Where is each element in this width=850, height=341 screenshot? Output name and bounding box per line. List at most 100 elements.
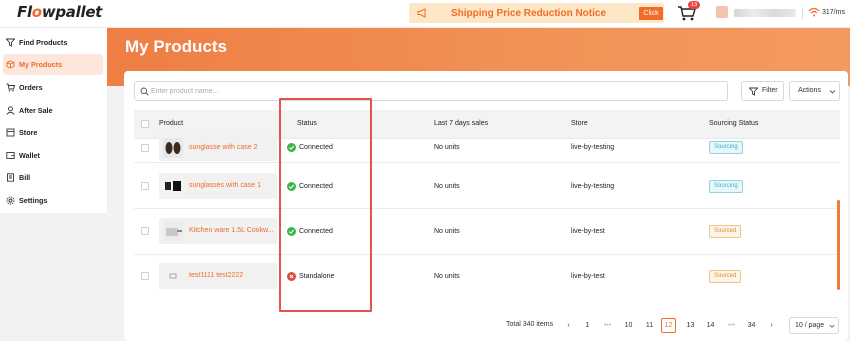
page-ellipsis[interactable]: •••: [724, 318, 739, 333]
bill-icon: [7, 173, 14, 182]
divider: [802, 7, 803, 19]
product-cell: Kitchen ware 1.5L Cookw...: [159, 218, 277, 244]
filter-button[interactable]: Filter: [741, 81, 784, 101]
product-name-link[interactable]: Kitchen ware 1.5L Cookw...: [189, 227, 274, 234]
sidebar-empty-area: [0, 213, 107, 341]
sidebar-item-my-products[interactable]: My Products: [3, 54, 103, 75]
person-icon: [6, 106, 15, 115]
wifi-icon: [808, 7, 820, 17]
prev-page-button[interactable]: ‹: [561, 318, 576, 333]
chevron-down-icon: [829, 324, 835, 328]
store-value: live-by-testing: [571, 183, 615, 190]
sidebar-item-label: After Sale: [19, 106, 53, 115]
sidebar-item-after-sale[interactable]: After Sale: [0, 100, 107, 121]
page-size-select[interactable]: 10 / page: [789, 317, 839, 334]
chevron-down-icon: [829, 90, 836, 94]
product-search-input[interactable]: [151, 85, 721, 98]
table-row[interactable]: test1111 test2222 Standalone No units li…: [134, 255, 840, 300]
filter-icon: [749, 87, 758, 96]
store-value: live-by-test: [571, 228, 605, 235]
notice-text: Shipping Price Reduction Notice: [451, 8, 607, 19]
table-row[interactable]: sunglasses with case 1 Connected No unit…: [134, 164, 840, 209]
column-header-sales: Last 7 days sales: [434, 120, 489, 127]
product-cell: sunglasses with case 1: [159, 173, 277, 199]
page-button-current[interactable]: 12: [661, 318, 676, 333]
store-icon: [6, 128, 15, 137]
sales-value: No units: [434, 273, 460, 280]
table-row[interactable]: Kitchen ware 1.5L Cookw... Connected No …: [134, 210, 840, 255]
username-redacted[interactable]: [734, 9, 796, 17]
megaphone-icon: [417, 8, 426, 18]
avatar[interactable]: [716, 6, 728, 18]
row-checkbox[interactable]: [141, 227, 149, 235]
page-title: My Products: [125, 37, 228, 56]
page-button[interactable]: 14: [703, 318, 718, 333]
sidebar-item-label: Find Products: [19, 38, 68, 47]
sidebar-item-label: Wallet: [19, 151, 40, 160]
sidebar-item-find-products[interactable]: Find Products: [0, 32, 107, 53]
select-all-checkbox[interactable]: [141, 120, 149, 128]
table-row[interactable]: sunglasse with case 2 Connected No units…: [134, 135, 840, 163]
sidebar-item-label: My Products: [19, 60, 63, 69]
funnel-icon: [6, 38, 15, 47]
row-checkbox[interactable]: [141, 182, 149, 190]
gear-icon: [6, 196, 15, 205]
cart-count-badge: 13: [688, 1, 701, 9]
notice-banner: Shipping Price Reduction Notice Click: [409, 3, 664, 23]
page-button[interactable]: 11: [642, 318, 657, 333]
sourced-badge: Sourced: [709, 225, 742, 238]
store-value: live-by-test: [571, 273, 605, 280]
sidebar-item-wallet[interactable]: Wallet: [0, 145, 107, 166]
actions-dropdown[interactable]: Actions: [789, 81, 840, 101]
box-icon: [6, 60, 15, 69]
product-name-link[interactable]: test1111 test2222: [189, 272, 243, 279]
sidebar-item-label: Bill: [19, 173, 31, 182]
page-button[interactable]: 10: [621, 318, 636, 333]
wallet-icon: [6, 152, 15, 159]
status-column-highlight: [279, 98, 372, 312]
sales-value: No units: [434, 183, 460, 190]
page-button[interactable]: 1: [580, 318, 595, 333]
product-thumbnail: [163, 138, 183, 158]
flowpallet-logo[interactable]: Flowpallet: [17, 3, 102, 21]
sidebar-item-orders[interactable]: Orders: [0, 77, 107, 98]
main-content: My Products Filter Actions Product Statu…: [107, 28, 850, 341]
product-thumbnail: [163, 221, 183, 241]
product-cell: sunglasse with case 2: [159, 135, 277, 161]
notice-click-button[interactable]: Click: [639, 7, 663, 20]
search-box: [134, 81, 728, 101]
search-icon: [140, 87, 149, 96]
sales-value: No units: [434, 228, 460, 235]
row-checkbox[interactable]: [141, 144, 149, 152]
image-placeholder-icon: [163, 266, 183, 286]
row-checkbox[interactable]: [141, 272, 149, 280]
product-name-link[interactable]: sunglasse with case 2: [189, 144, 257, 151]
filter-label: Filter: [762, 87, 778, 94]
total-items: Total 340 items: [506, 321, 554, 328]
page-button[interactable]: 13: [683, 318, 698, 333]
sidebar-item-store[interactable]: Store: [0, 122, 107, 143]
sourcing-badge: Sourcing: [709, 180, 743, 193]
network-latency: 317/ms: [822, 9, 845, 16]
sourced-badge: Sourced: [709, 270, 742, 283]
next-page-button[interactable]: ›: [764, 318, 779, 333]
sidebar-item-settings[interactable]: Settings: [0, 190, 107, 211]
sidebar-item-bill[interactable]: Bill: [0, 167, 107, 188]
column-header-product: Product: [159, 120, 184, 127]
scrollbar[interactable]: [837, 200, 840, 290]
page-ellipsis[interactable]: •••: [600, 318, 615, 333]
column-header-sourcing-status: Sourcing Status: [709, 120, 759, 127]
sidebar-item-label: Orders: [19, 83, 43, 92]
product-name-link[interactable]: sunglasses with case 1: [189, 182, 261, 189]
sourcing-badge: Sourcing: [709, 141, 743, 154]
product-thumbnail: [163, 176, 183, 196]
cart-icon: [6, 83, 15, 92]
product-cell: test1111 test2222: [159, 263, 277, 289]
sidebar-item-label: Settings: [19, 196, 48, 205]
sales-value: No units: [434, 144, 460, 151]
page-button[interactable]: 34: [744, 318, 759, 333]
column-header-store: Store: [571, 120, 588, 127]
products-card: Filter Actions Product Status Last 7 day…: [124, 71, 848, 341]
page-size-value: 10 / page: [795, 322, 825, 329]
sidebar: Find Products My Products Orders After S…: [0, 28, 107, 341]
